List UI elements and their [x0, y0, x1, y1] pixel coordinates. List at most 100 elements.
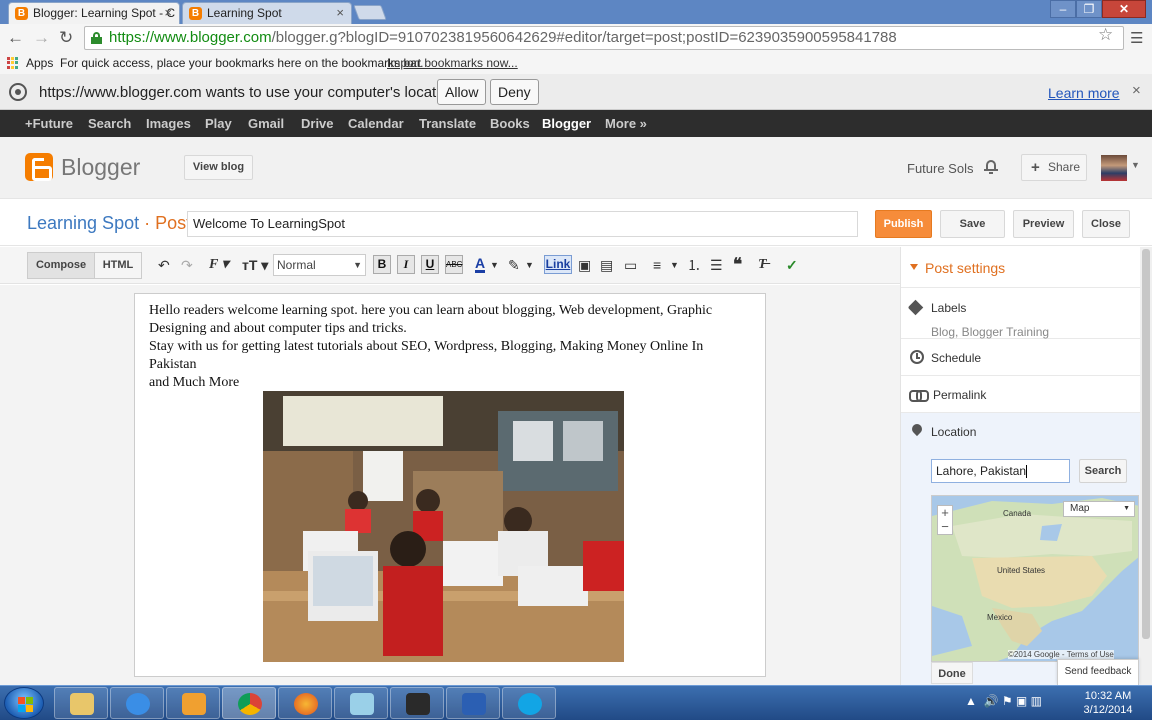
notification-bell-icon[interactable]: [984, 158, 998, 174]
breadcrumb-blog[interactable]: Learning Spot: [27, 213, 139, 233]
undo-icon[interactable]: ↶: [158, 256, 170, 274]
blogger-brand[interactable]: Blogger: [61, 154, 140, 181]
post-settings-header[interactable]: Post settings: [901, 247, 1141, 288]
gbar-calendar[interactable]: Calendar: [348, 116, 404, 131]
bookmark-star-icon[interactable]: ☆: [1098, 25, 1113, 45]
taskbar-camera[interactable]: [390, 687, 444, 719]
settings-permalink[interactable]: Permalink: [901, 376, 1141, 413]
quote-icon[interactable]: ❝: [733, 256, 742, 274]
chrome-menu-icon[interactable]: ☰: [1130, 29, 1143, 47]
settings-schedule[interactable]: Schedule: [901, 339, 1141, 376]
share-button[interactable]: + Share: [1021, 154, 1087, 181]
spellcheck-icon[interactable]: ✓: [786, 256, 798, 274]
link-button[interactable]: Link: [544, 255, 572, 274]
publish-button[interactable]: Publish: [875, 210, 932, 238]
location-map[interactable]: + − Map ▼ Canada United States Mexico ©20…: [931, 495, 1139, 662]
preview-button[interactable]: Preview: [1013, 210, 1074, 238]
text-color-icon[interactable]: A: [475, 256, 486, 273]
settings-labels[interactable]: Labels Blog, Blogger Training: [901, 289, 1141, 339]
forward-arrow-icon[interactable]: →: [33, 28, 50, 48]
gbar-future[interactable]: +Future: [25, 116, 73, 131]
post-title-input[interactable]: Welcome To LearningSpot: [187, 211, 858, 237]
insert-video-icon[interactable]: ▤: [600, 256, 613, 274]
tab-close-icon[interactable]: ×: [336, 3, 344, 23]
strikethrough-button[interactable]: ABC: [445, 255, 463, 274]
close-button[interactable]: Close: [1082, 210, 1130, 238]
taskbar-word[interactable]: [446, 687, 500, 719]
tab-blogger-editor[interactable]: B Blogger: Learning Spot - C ×: [8, 2, 180, 24]
gbar-images[interactable]: Images: [146, 116, 191, 131]
italic-button[interactable]: I: [397, 255, 415, 274]
send-feedback-button[interactable]: Send feedback: [1057, 659, 1139, 685]
apps-grid-icon[interactable]: [7, 57, 19, 69]
gbar-gmail[interactable]: Gmail: [248, 116, 284, 131]
back-arrow-icon[interactable]: ←: [7, 28, 24, 48]
window-close-icon[interactable]: ✕: [1102, 0, 1146, 18]
user-name[interactable]: Future Sols: [907, 161, 973, 176]
bullet-list-icon[interactable]: ☰: [710, 256, 723, 274]
insert-image-icon[interactable]: ▣: [578, 256, 591, 274]
format-select[interactable]: Normal ▼: [273, 254, 366, 276]
chevron-down-icon[interactable]: ▼: [670, 256, 679, 274]
gbar-search[interactable]: Search: [88, 116, 131, 131]
view-blog-button[interactable]: View blog: [184, 155, 253, 180]
system-tray-icons[interactable]: ▲ 🔊 ⚑ ▣ ▥: [965, 694, 1042, 708]
learn-more-link[interactable]: Learn more: [1048, 85, 1120, 101]
location-input[interactable]: Lahore, Pakistan: [931, 459, 1070, 483]
remove-formatting-icon[interactable]: T̶: [758, 256, 767, 274]
done-button[interactable]: Done: [931, 662, 973, 684]
font-size-icon[interactable]: тT ▾: [242, 256, 268, 274]
gbar-books[interactable]: Books: [490, 116, 530, 131]
tab-close-icon[interactable]: ×: [164, 3, 172, 23]
save-button[interactable]: Save: [940, 210, 1005, 238]
bold-button[interactable]: B: [373, 255, 391, 274]
map-type-select[interactable]: Map ▼: [1063, 501, 1135, 517]
taskbar-media-player[interactable]: [166, 687, 220, 719]
chevron-down-icon[interactable]: ▼: [490, 256, 499, 274]
redo-icon[interactable]: ↷: [181, 256, 193, 274]
align-icon[interactable]: ≡: [653, 256, 661, 274]
new-tab-button[interactable]: [353, 5, 387, 20]
chevron-down-icon[interactable]: ▼: [1131, 160, 1140, 170]
taskbar-clock[interactable]: 10:32 AM 3/12/2014: [1080, 689, 1136, 717]
sidebar-scrollbar[interactable]: [1140, 247, 1152, 685]
map-zoom-control[interactable]: + −: [937, 505, 953, 535]
compose-mode-button[interactable]: Compose: [27, 252, 95, 279]
minimize-icon[interactable]: –: [1050, 0, 1076, 18]
font-icon[interactable]: F ▾: [209, 256, 229, 274]
reload-icon[interactable]: ↻: [59, 28, 73, 48]
gbar-more[interactable]: More »: [605, 116, 647, 131]
map-terms-link[interactable]: Terms of Use: [1067, 650, 1114, 659]
gbar-play[interactable]: Play: [205, 116, 232, 131]
location-search-button[interactable]: Search: [1079, 459, 1127, 483]
taskbar-firefox[interactable]: [278, 687, 332, 719]
taskbar-skype[interactable]: [502, 687, 556, 719]
gbar-drive[interactable]: Drive: [301, 116, 334, 131]
infobar-close-icon[interactable]: ×: [1132, 82, 1141, 99]
taskbar-explorer[interactable]: [54, 687, 108, 719]
gbar-translate[interactable]: Translate: [419, 116, 476, 131]
deny-button[interactable]: Deny: [490, 79, 539, 105]
address-bar[interactable]: https://www.blogger.com/blogger.g?blogID…: [84, 26, 1124, 50]
apps-shortcut[interactable]: Apps: [26, 52, 53, 74]
import-bookmarks-link[interactable]: Import bookmarks now...: [387, 52, 518, 74]
avatar[interactable]: [1101, 155, 1127, 181]
highlight-color-icon[interactable]: ✎: [508, 256, 520, 274]
classroom-photo[interactable]: [263, 391, 624, 662]
numbered-list-icon[interactable]: ⒈: [687, 256, 701, 274]
jump-break-icon[interactable]: ▭: [624, 256, 637, 274]
blogger-logo-icon[interactable]: [25, 153, 53, 181]
html-mode-button[interactable]: HTML: [94, 252, 142, 279]
gbar-blogger[interactable]: Blogger: [542, 116, 591, 131]
chevron-down-icon[interactable]: ▼: [525, 256, 534, 274]
taskbar-notepad[interactable]: [334, 687, 388, 719]
browser-toolbar: ← → ↻ https://www.blogger.com/blogger.g?…: [0, 24, 1152, 52]
allow-button[interactable]: Allow: [437, 79, 487, 105]
scrollbar-thumb[interactable]: [1142, 249, 1150, 639]
underline-button[interactable]: U: [421, 255, 439, 274]
windows-start-icon[interactable]: [4, 687, 44, 719]
taskbar-internet-explorer[interactable]: [110, 687, 164, 719]
taskbar-chrome[interactable]: [222, 687, 276, 719]
tab-learning-spot[interactable]: B Learning Spot ×: [182, 2, 352, 24]
restore-icon[interactable]: ❐: [1076, 0, 1102, 18]
